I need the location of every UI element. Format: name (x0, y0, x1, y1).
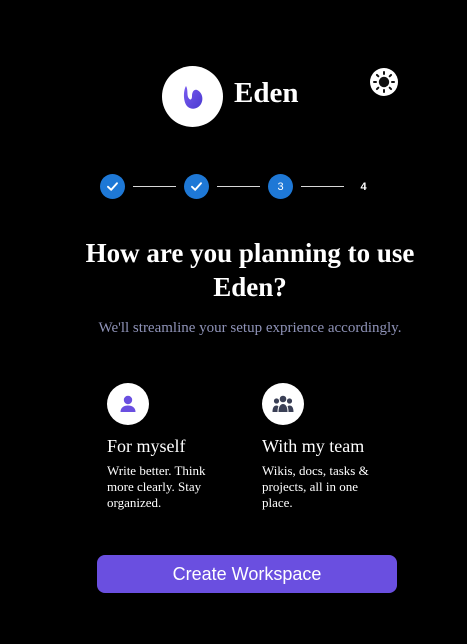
team-icon (272, 395, 294, 412)
option-icon-circle (262, 383, 304, 425)
step-connector (133, 186, 176, 187)
check-icon (107, 182, 118, 191)
step-connector (217, 186, 260, 187)
step-2-complete (184, 174, 209, 199)
create-workspace-button[interactable]: Create Workspace (97, 555, 397, 593)
page-subtitle: We'll streamline your setup exprience ac… (98, 320, 402, 336)
step-1-complete (100, 174, 125, 199)
step-connector (301, 186, 344, 187)
option-with-my-team[interactable]: With my team Wikis, docs, tasks & projec… (262, 383, 387, 511)
app-name: Eden (234, 77, 299, 109)
option-title: With my team (262, 436, 365, 456)
page-title: How are you planning to use Eden? (85, 238, 415, 302)
option-for-myself[interactable]: For myself Write better. Think more clea… (107, 383, 232, 511)
eden-logo-icon (183, 85, 202, 109)
option-description: Write better. Think more clearly. Stay o… (107, 463, 206, 510)
option-description: Wikis, docs, tasks & projects, all in on… (262, 463, 369, 510)
eden-logo (162, 66, 223, 127)
option-title: For myself (107, 436, 186, 456)
step-4-upcoming: 4 (360, 180, 367, 193)
user-icon (120, 395, 136, 412)
progress-stepper: 3 4 (100, 174, 380, 200)
sun-icon (370, 68, 398, 96)
check-icon (191, 182, 202, 191)
theme-toggle-button[interactable] (369, 67, 399, 97)
step-3-current: 3 (268, 174, 293, 199)
option-icon-circle (107, 383, 149, 425)
